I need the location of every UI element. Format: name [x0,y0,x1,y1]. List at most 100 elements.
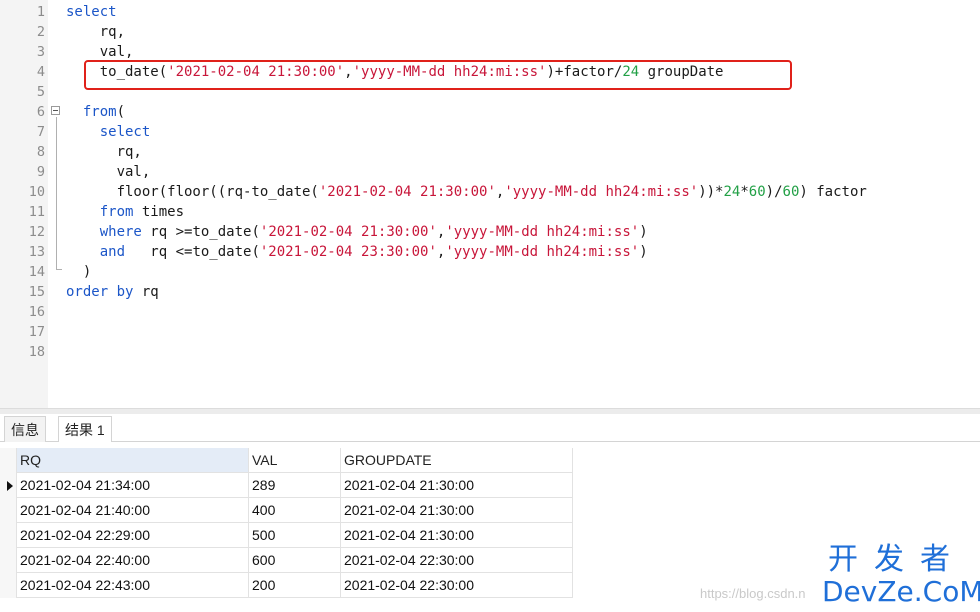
sql-keyword: order by [66,284,134,300]
tab-result-1[interactable]: 结果 1 [58,416,112,443]
table-cell[interactable]: 2021-02-04 22:30:00 [341,573,573,598]
table-cell[interactable]: 2021-02-04 22:43:00 [17,573,249,598]
line-number: 17 [28,324,45,340]
sql-text: ) [639,244,648,260]
table-cell[interactable]: 2021-02-04 21:30:00 [341,473,573,498]
sql-string: '2021-02-04 23:30:00' [259,244,437,260]
code-line[interactable]: floor(floor((rq-to_date('2021-02-04 21:3… [66,182,867,202]
sql-keyword: select [66,4,117,20]
code-line[interactable]: where rq >=to_date('2021-02-04 21:30:00'… [66,222,648,242]
sql-text: )/ [765,184,783,200]
code-line[interactable]: select [66,122,151,142]
table-row[interactable]: 2021-02-04 22:29:00 500 2021-02-04 21:30:0… [17,523,573,548]
watermark-url: https://blog.csdn.n [700,586,806,601]
sql-text: ))* [698,184,724,200]
code-line[interactable]: select [66,2,117,22]
fold-toggle-icon[interactable] [51,106,60,115]
current-row-arrow-icon [7,481,13,491]
sql-string: 'yyyy-MM-dd hh24:mi:ss' [445,244,640,260]
sql-keyword: and [99,244,126,260]
line-number: 1 [36,4,45,20]
result-tab-bar: 信息 结果 1 [0,414,980,443]
column-header-rq[interactable]: RQ [17,448,249,473]
code-line[interactable]: val, [66,42,134,62]
line-number: 2 [36,24,45,40]
table-row[interactable]: 2021-02-04 21:40:00 400 2021-02-04 21:30:0… [17,498,573,523]
sql-text: rq, [66,144,142,160]
fold-guide-line [56,117,57,270]
sql-text: val, [66,44,134,60]
sql-string: '2021-02-04 21:30:00' [259,224,437,240]
tab-info[interactable]: 信息 [4,416,46,442]
table-cell[interactable]: 2021-02-04 22:40:00 [17,548,249,573]
code-line[interactable]: ) [66,262,91,282]
table-cell[interactable]: 200 [249,573,341,598]
sql-keyword: from [82,104,117,120]
line-number: 6 [36,104,45,120]
sql-editor[interactable]: select rq, val, to_date('2021-02-04 21:3… [0,0,980,408]
line-number: 12 [28,224,45,240]
line-number: 3 [36,44,45,60]
sql-text: val, [66,164,151,180]
row-indicator-gutter [0,448,17,598]
table-cell[interactable]: 2021-02-04 22:30:00 [341,548,573,573]
sql-text: rq <=to_date( [125,244,260,260]
sql-text: * [740,184,749,200]
line-number: 11 [28,204,45,220]
line-number: 8 [36,144,45,160]
sql-text: ) [639,224,648,240]
code-line[interactable]: and rq <=to_date('2021-02-04 23:30:00','… [66,242,648,262]
code-line[interactable]: rq, [66,142,142,162]
table-cell[interactable]: 400 [249,498,341,523]
sql-keyword: select [99,124,151,140]
sql-string: 'yyyy-MM-dd hh24:mi:ss' [445,224,640,240]
sql-number: 60 [748,184,766,200]
table-row[interactable]: 2021-02-04 22:43:00 200 2021-02-04 22:30:0… [17,573,573,598]
table-row[interactable]: 2021-02-04 21:34:00 289 2021-02-04 21:30:0… [17,473,573,498]
line-number: 15 [28,284,45,300]
sql-number: 24 [723,184,741,200]
watermark-logo-english: DevZe.CoM [822,575,980,608]
sql-text: floor(floor((rq-to_date( [66,184,319,200]
code-line[interactable]: order by rq [66,282,159,302]
table-cell[interactable]: 289 [249,473,341,498]
sql-text: rq [133,284,159,300]
sql-string: '2021-02-04 21:30:00' [318,184,496,200]
sql-string: 'yyyy-MM-dd hh24:mi:ss' [504,184,699,200]
line-number: 7 [36,124,45,140]
sql-text: rq >=to_date( [141,224,260,240]
table-cell[interactable]: 2021-02-04 21:40:00 [17,498,249,523]
sql-text: ) [66,264,92,280]
sql-text: ) factor [799,184,867,200]
line-number: 4 [36,64,45,80]
table-cell[interactable]: 2021-02-04 22:29:00 [17,523,249,548]
sql-keyword: from [99,204,134,220]
code-line[interactable]: from times [66,202,184,222]
line-number: 16 [28,304,45,320]
table-cell[interactable]: 2021-02-04 21:30:00 [341,523,573,548]
table-cell[interactable]: 600 [249,548,341,573]
line-number: 13 [28,244,45,260]
line-number: 14 [28,264,45,280]
table-cell[interactable]: 2021-02-04 21:34:00 [17,473,249,498]
table-row[interactable]: 2021-02-04 22:40:00 600 2021-02-04 22:30:0… [17,548,573,573]
highlight-box [84,60,792,90]
code-line[interactable]: rq, [66,22,125,42]
column-header-val[interactable]: VAL [249,448,341,473]
sql-text: times [133,204,185,220]
sql-text: ( [116,104,126,120]
column-header-groupdate[interactable]: GROUPDATE [341,448,573,473]
sql-number: 60 [782,184,800,200]
code-line[interactable]: val, [66,162,151,182]
table-cell[interactable]: 2021-02-04 21:30:00 [341,498,573,523]
line-number: 10 [28,184,45,200]
code-line[interactable]: from( [66,102,125,122]
table-cell[interactable]: 500 [249,523,341,548]
line-number: 5 [36,84,45,100]
line-number: 9 [36,164,45,180]
